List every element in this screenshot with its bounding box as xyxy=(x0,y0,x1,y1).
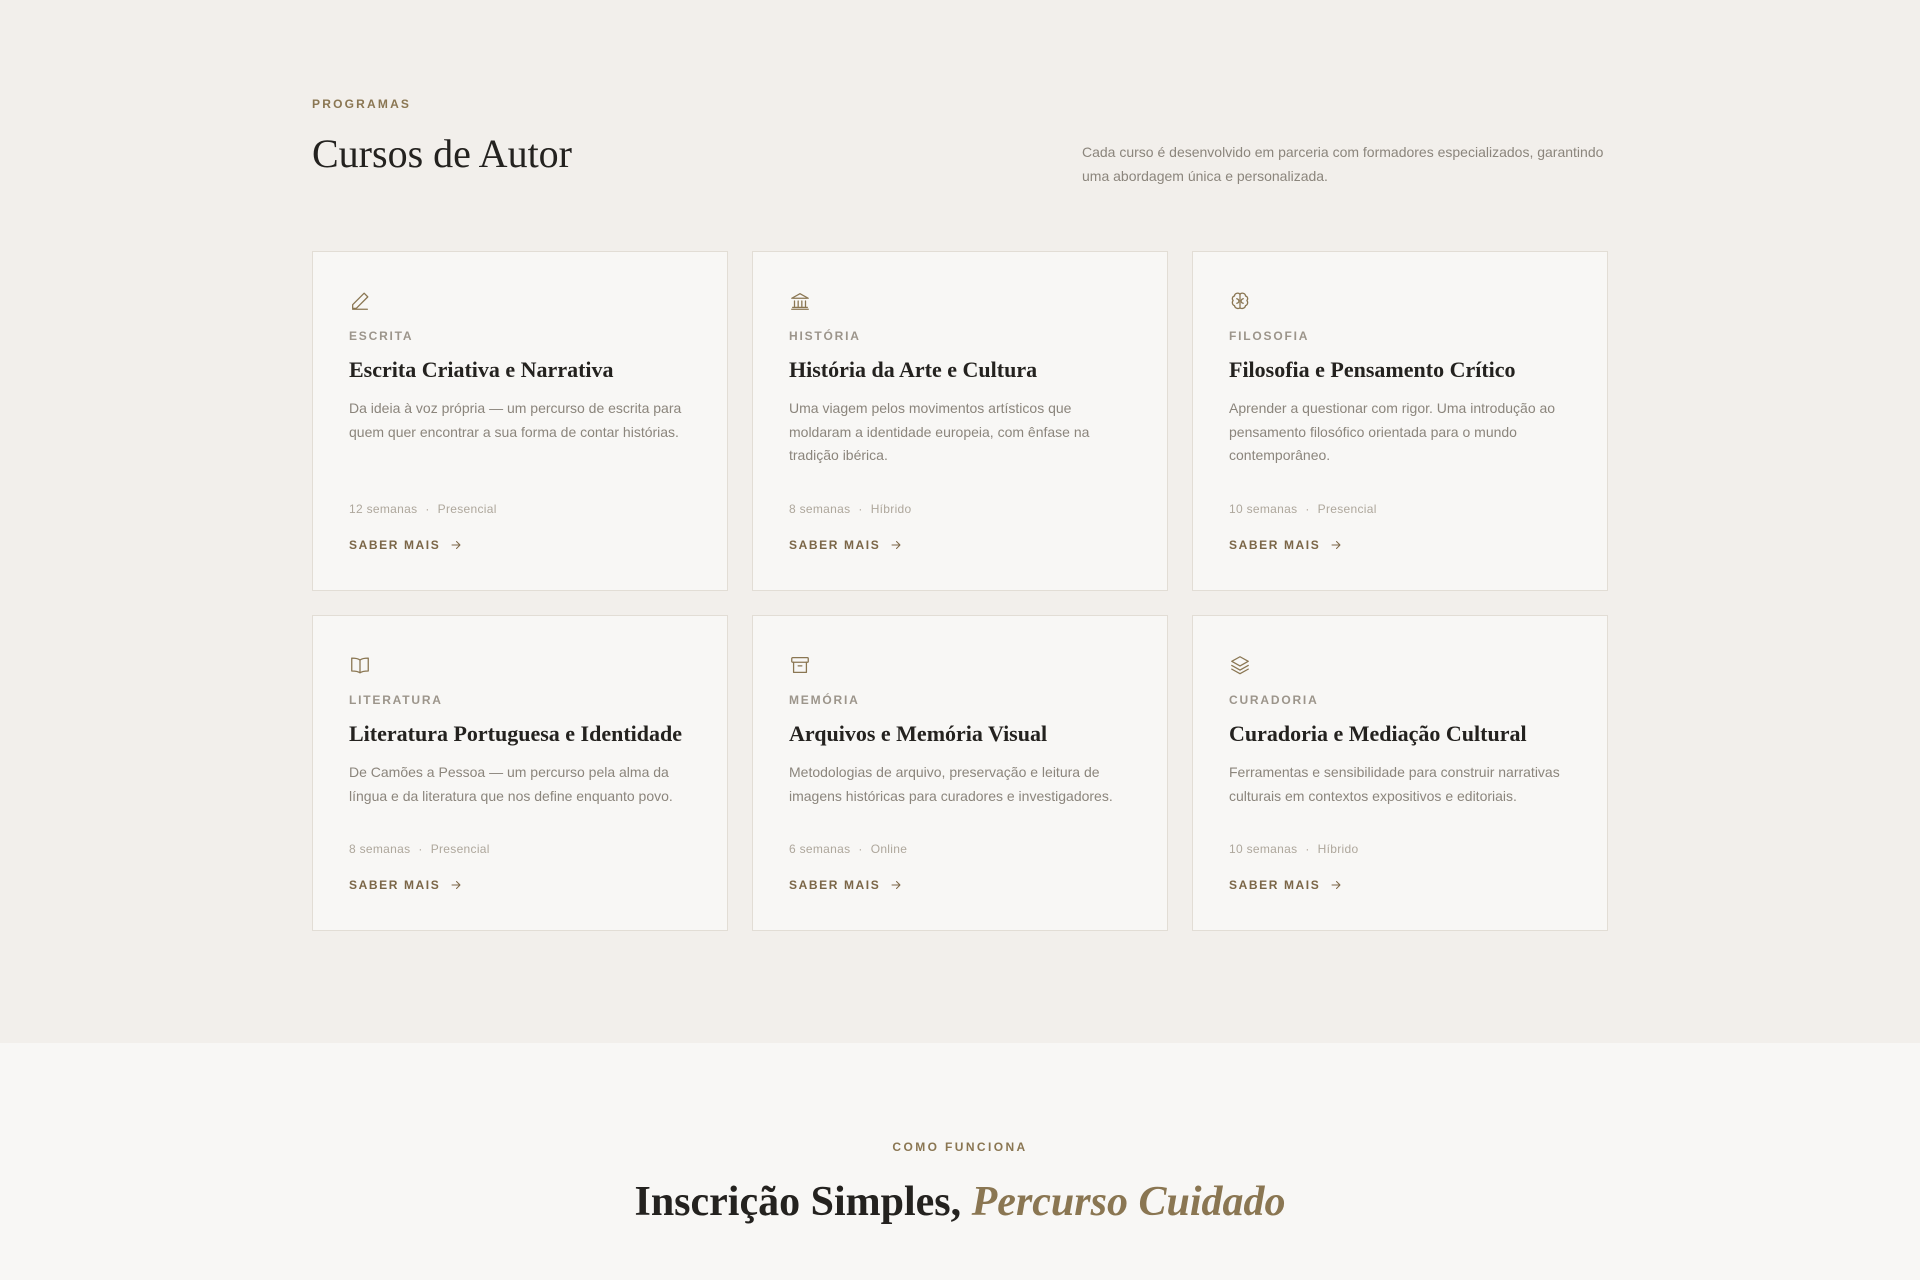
learn-more-link[interactable]: SABER MAIS xyxy=(1229,538,1342,552)
process-eyebrow: COMO FUNCIONA xyxy=(892,1140,1028,1154)
archive-box-icon xyxy=(789,654,811,676)
course-title: Arquivos e Memória Visual xyxy=(789,721,1048,746)
brain-icon xyxy=(1229,290,1251,312)
course-description: Aprender a questionar com rigor. Uma int… xyxy=(1229,400,1556,463)
learn-more-label: SABER MAIS xyxy=(349,538,441,552)
course-duration: 6 semanas xyxy=(789,842,851,856)
learn-more-label: SABER MAIS xyxy=(789,878,881,892)
programs-intro: Cada curso é desenvolvido em parceria co… xyxy=(1082,144,1604,184)
museum-icon xyxy=(789,290,811,312)
process-title-accent: Percurso Cuidado xyxy=(971,1179,1286,1225)
course-category: CURADORIA xyxy=(1229,693,1319,707)
course-duration: 10 semanas xyxy=(1229,842,1298,856)
course-card-historia: HISTÓRIA História da Arte e Cultura Uma … xyxy=(752,251,1168,591)
course-meta: 8 semanas · Híbrido xyxy=(789,502,912,516)
course-format: Híbrido xyxy=(870,502,912,516)
arrow-right-icon xyxy=(890,879,902,891)
course-duration: 8 semanas xyxy=(349,842,411,856)
course-category: FILOSOFIA xyxy=(1229,329,1310,343)
course-meta: 6 semanas · Online xyxy=(789,842,907,856)
meta-separator: · xyxy=(1305,502,1310,516)
course-description: Metodologias de arquivo, preservação e l… xyxy=(789,764,1113,804)
learn-more-link[interactable]: SABER MAIS xyxy=(789,538,902,552)
arrow-right-icon xyxy=(450,879,462,891)
learn-more-link[interactable]: SABER MAIS xyxy=(1229,878,1342,892)
course-title: Escrita Criativa e Narrativa xyxy=(349,357,614,382)
course-duration: 12 semanas xyxy=(349,502,418,516)
open-book-icon xyxy=(349,654,371,676)
course-card-curadoria: CURADORIA Curadoria e Mediação Cultural … xyxy=(1192,615,1608,931)
meta-separator: · xyxy=(858,502,863,516)
course-card-filosofia: FILOSOFIA Filosofia e Pensamento Crítico… xyxy=(1192,251,1608,591)
course-meta: 8 semanas · Presencial xyxy=(349,842,490,856)
page: PROGRAMAS Cursos de Autor Cada curso é d… xyxy=(0,0,1920,1280)
course-meta: 10 semanas · Híbrido xyxy=(1229,842,1358,856)
course-duration: 10 semanas xyxy=(1229,502,1298,516)
learn-more-label: SABER MAIS xyxy=(1229,538,1321,552)
learn-more-link[interactable]: SABER MAIS xyxy=(349,878,462,892)
course-category: HISTÓRIA xyxy=(789,329,861,343)
how-it-works-section xyxy=(0,1043,1920,1280)
course-card-memoria: MEMÓRIA Arquivos e Memória Visual Metodo… xyxy=(752,615,1168,931)
course-card-literatura: LITERATURA Literatura Portuguesa e Ident… xyxy=(312,615,728,931)
course-card-escrita: ESCRITA Escrita Criativa e Narrativa Da … xyxy=(312,251,728,591)
course-grid: ESCRITA Escrita Criativa e Narrativa Da … xyxy=(312,251,1608,931)
course-description: De Camões a Pessoa — um percurso pela al… xyxy=(349,764,673,804)
course-title: Filosofia e Pensamento Crítico xyxy=(1229,357,1516,382)
learn-more-label: SABER MAIS xyxy=(789,538,881,552)
course-format: Online xyxy=(870,842,908,856)
course-format: Híbrido xyxy=(1317,842,1359,856)
course-title: Literatura Portuguesa e Identidade xyxy=(349,721,683,746)
arrow-right-icon xyxy=(1330,539,1342,551)
pen-icon xyxy=(349,290,371,312)
meta-separator: · xyxy=(418,842,423,856)
meta-separator: · xyxy=(425,502,430,516)
course-format: Presencial xyxy=(1317,502,1377,516)
arrow-right-icon xyxy=(1330,879,1342,891)
process-title-main: Inscrição Simples, xyxy=(634,1179,962,1225)
layers-icon xyxy=(1229,654,1251,676)
course-meta: 10 semanas · Presencial xyxy=(1229,502,1377,516)
learn-more-label: SABER MAIS xyxy=(1229,878,1321,892)
course-format: Presencial xyxy=(430,842,490,856)
programs-eyebrow: PROGRAMAS xyxy=(312,97,412,111)
course-category: ESCRITA xyxy=(349,329,414,343)
course-category: LITERATURA xyxy=(349,693,443,707)
meta-separator: · xyxy=(858,842,863,856)
course-category: MEMÓRIA xyxy=(789,693,860,707)
programs-section: PROGRAMAS Cursos de Autor Cada curso é d… xyxy=(0,0,1920,1043)
course-description: Da ideia à voz própria — um percurso de … xyxy=(349,400,682,440)
course-meta: 12 semanas · Presencial xyxy=(349,502,497,516)
meta-separator: · xyxy=(1305,842,1310,856)
programs-title: Cursos de Autor xyxy=(312,131,572,176)
learn-more-link[interactable]: SABER MAIS xyxy=(349,538,462,552)
learn-more-link[interactable]: SABER MAIS xyxy=(789,878,902,892)
course-description: Uma viagem pelos movimentos artísticos q… xyxy=(789,400,1090,463)
course-format: Presencial xyxy=(437,502,497,516)
arrow-right-icon xyxy=(890,539,902,551)
process-title: Inscrição Simples, Percurso Cuidado xyxy=(0,1178,1920,1226)
arrow-right-icon xyxy=(450,539,462,551)
learn-more-label: SABER MAIS xyxy=(349,878,441,892)
course-title: História da Arte e Cultura xyxy=(789,357,1038,382)
course-duration: 8 semanas xyxy=(789,502,851,516)
course-description: Ferramentas e sensibilidade para constru… xyxy=(1229,764,1560,804)
course-title: Curadoria e Mediação Cultural xyxy=(1229,721,1527,746)
